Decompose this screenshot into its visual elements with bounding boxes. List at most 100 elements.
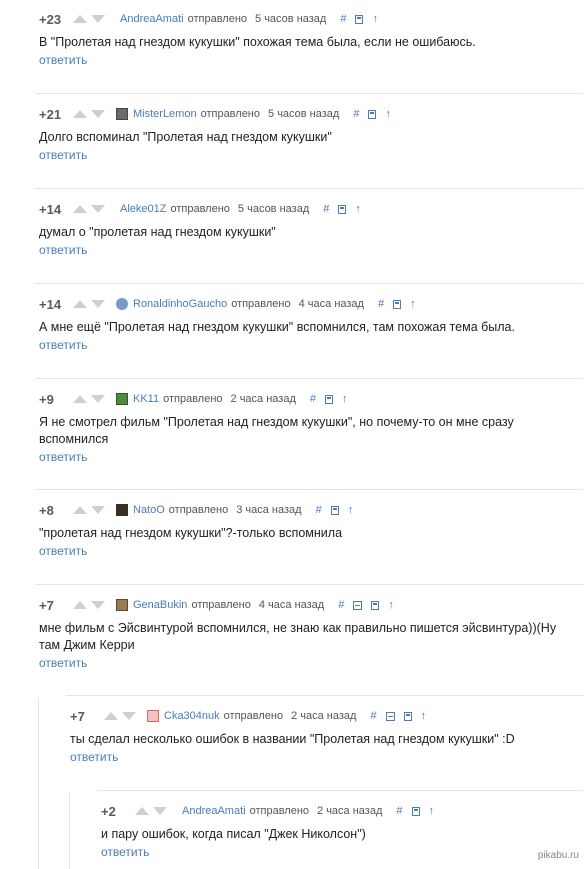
save-icon[interactable] <box>403 711 412 721</box>
sent-label: отправлено <box>191 599 251 611</box>
avatar[interactable] <box>147 710 159 722</box>
thread-line <box>38 698 39 869</box>
author-link[interactable]: NatoO <box>133 504 165 516</box>
comment-header: +21 MisterLemon отправлено 5 часов назад # ↑ <box>39 106 579 122</box>
downvote-arrow-icon[interactable] <box>153 807 167 815</box>
save-icon[interactable] <box>411 806 420 816</box>
reply-link[interactable]: ответить <box>39 53 87 67</box>
avatar[interactable] <box>116 599 128 611</box>
save-icon[interactable] <box>338 204 347 214</box>
comment: +8 NatoO отправлено 3 часа назад # ↑ "пролетая… <box>39 503 579 560</box>
save-icon[interactable] <box>393 299 402 309</box>
avatar[interactable] <box>116 298 128 310</box>
hash-link-icon[interactable]: # <box>310 393 316 405</box>
comment-text: А мне ещё "Пролетая над гнездом кукушки"… <box>39 320 515 334</box>
comment-time: 2 часа назад <box>230 393 296 405</box>
comment-rating: +14 <box>39 296 62 312</box>
upvote-arrow-icon[interactable] <box>73 15 87 23</box>
hash-link-icon[interactable]: # <box>378 298 384 310</box>
reply-link[interactable]: ответить <box>39 338 87 352</box>
reply-link[interactable]: ответить <box>39 243 87 257</box>
reply-link[interactable]: ответить <box>39 450 87 464</box>
author-link[interactable]: AndreaAmati <box>120 13 184 25</box>
hash-link-icon[interactable]: # <box>353 108 359 120</box>
hash-link-icon[interactable]: # <box>338 599 344 611</box>
parent-arrow-icon[interactable]: ↑ <box>429 805 435 817</box>
reply-link[interactable]: ответить <box>39 544 87 558</box>
comment-actions: # ↑ <box>353 108 400 120</box>
collapse-icon[interactable] <box>385 711 395 721</box>
downvote-arrow-icon[interactable] <box>91 15 105 23</box>
avatar[interactable] <box>116 108 128 120</box>
avatar[interactable] <box>116 504 128 516</box>
save-icon[interactable] <box>371 600 380 610</box>
hash-link-icon[interactable]: # <box>323 203 329 215</box>
upvote-arrow-icon[interactable] <box>73 300 87 308</box>
comment: +2 AndreaAmati отправлено 2 часа назад # ↑ и п… <box>101 804 561 861</box>
upvote-arrow-icon[interactable] <box>135 807 149 815</box>
upvote-arrow-icon[interactable] <box>73 110 87 118</box>
reply-link[interactable]: ответить <box>39 656 87 670</box>
comment-header: +14 Aleke01Z отправлено 5 часов назад # ↑ <box>39 202 579 217</box>
reply-link[interactable]: ответить <box>70 750 118 764</box>
parent-arrow-icon[interactable]: ↑ <box>342 393 348 405</box>
hash-link-icon[interactable]: # <box>370 710 376 722</box>
author-link[interactable]: MisterLemon <box>133 108 197 120</box>
downvote-arrow-icon[interactable] <box>91 205 105 213</box>
author-link[interactable]: KK11 <box>133 393 159 405</box>
parent-arrow-icon[interactable]: ↑ <box>355 203 361 215</box>
comment-time: 5 часов назад <box>237 203 310 215</box>
downvote-arrow-icon[interactable] <box>91 601 105 609</box>
author-link[interactable]: AndreaAmati <box>182 805 246 817</box>
upvote-arrow-icon[interactable] <box>104 712 118 720</box>
parent-arrow-icon[interactable]: ↑ <box>348 504 354 516</box>
downvote-arrow-icon[interactable] <box>122 712 136 720</box>
author-link[interactable]: Aleke01Z <box>120 203 166 215</box>
thread-line <box>69 793 70 869</box>
comment-separator <box>35 584 583 585</box>
parent-arrow-icon[interactable]: ↑ <box>388 599 394 611</box>
comment-rating: +21 <box>39 106 62 122</box>
downvote-arrow-icon[interactable] <box>91 110 105 118</box>
parent-arrow-icon[interactable]: ↑ <box>410 298 416 310</box>
upvote-arrow-icon[interactable] <box>73 601 87 609</box>
comment-time: 2 часа назад <box>291 710 357 722</box>
sent-label: отправлено <box>168 504 229 516</box>
comment-header: +2 AndreaAmati отправлено 2 часа назад # ↑ <box>101 803 561 819</box>
upvote-arrow-icon[interactable] <box>73 395 87 403</box>
upvote-arrow-icon[interactable] <box>73 506 87 514</box>
parent-arrow-icon[interactable]: ↑ <box>372 13 378 25</box>
hash-link-icon[interactable]: # <box>340 13 346 25</box>
author-link[interactable]: Cka304nuk <box>164 710 220 722</box>
save-icon[interactable] <box>325 394 334 404</box>
collapse-icon[interactable] <box>353 600 363 610</box>
parent-arrow-icon[interactable]: ↑ <box>421 710 427 722</box>
hash-link-icon[interactable]: # <box>396 805 402 817</box>
avatar[interactable] <box>116 393 128 405</box>
downvote-arrow-icon[interactable] <box>91 300 105 308</box>
downvote-arrow-icon[interactable] <box>91 395 105 403</box>
author-link[interactable]: GenaBukin <box>133 599 187 611</box>
reply-link[interactable]: ответить <box>39 148 87 162</box>
comment-rating: +2 <box>101 803 116 819</box>
comment: +23 AndreaAmati отправлено 5 часов назад # ↑ В… <box>39 12 579 69</box>
save-icon[interactable] <box>368 109 377 119</box>
upvote-arrow-icon[interactable] <box>73 205 87 213</box>
comment-text: Я не смотрел фильм "Пролетая над гнездом… <box>39 415 514 446</box>
hash-link-icon[interactable]: # <box>316 504 322 516</box>
author-link[interactable]: RonaldinhoGaucho <box>133 298 227 310</box>
save-icon[interactable] <box>355 14 364 24</box>
comment-text: Долго вспоминал "Пролетая над гнездом ку… <box>39 130 332 144</box>
comment-text: "пролетая над гнездом кукушки"?-только в… <box>39 526 343 540</box>
comment-text: ты сделал несколько ошибок в названии "П… <box>70 732 515 746</box>
comment-text: мне фильм с Эйсвинтурой вспомнился, не з… <box>39 621 557 652</box>
comment: +14 Aleke01Z отправлено 5 часов назад # ↑ дума… <box>39 202 579 259</box>
comment-actions: # ↑ <box>340 13 387 25</box>
comment-separator <box>35 489 583 490</box>
comment-time: 3 часа назад <box>236 504 302 516</box>
save-icon[interactable] <box>330 505 339 515</box>
sent-label: отправлено <box>231 298 291 310</box>
parent-arrow-icon[interactable]: ↑ <box>385 108 391 120</box>
reply-link[interactable]: ответить <box>101 845 149 859</box>
downvote-arrow-icon[interactable] <box>91 506 105 514</box>
